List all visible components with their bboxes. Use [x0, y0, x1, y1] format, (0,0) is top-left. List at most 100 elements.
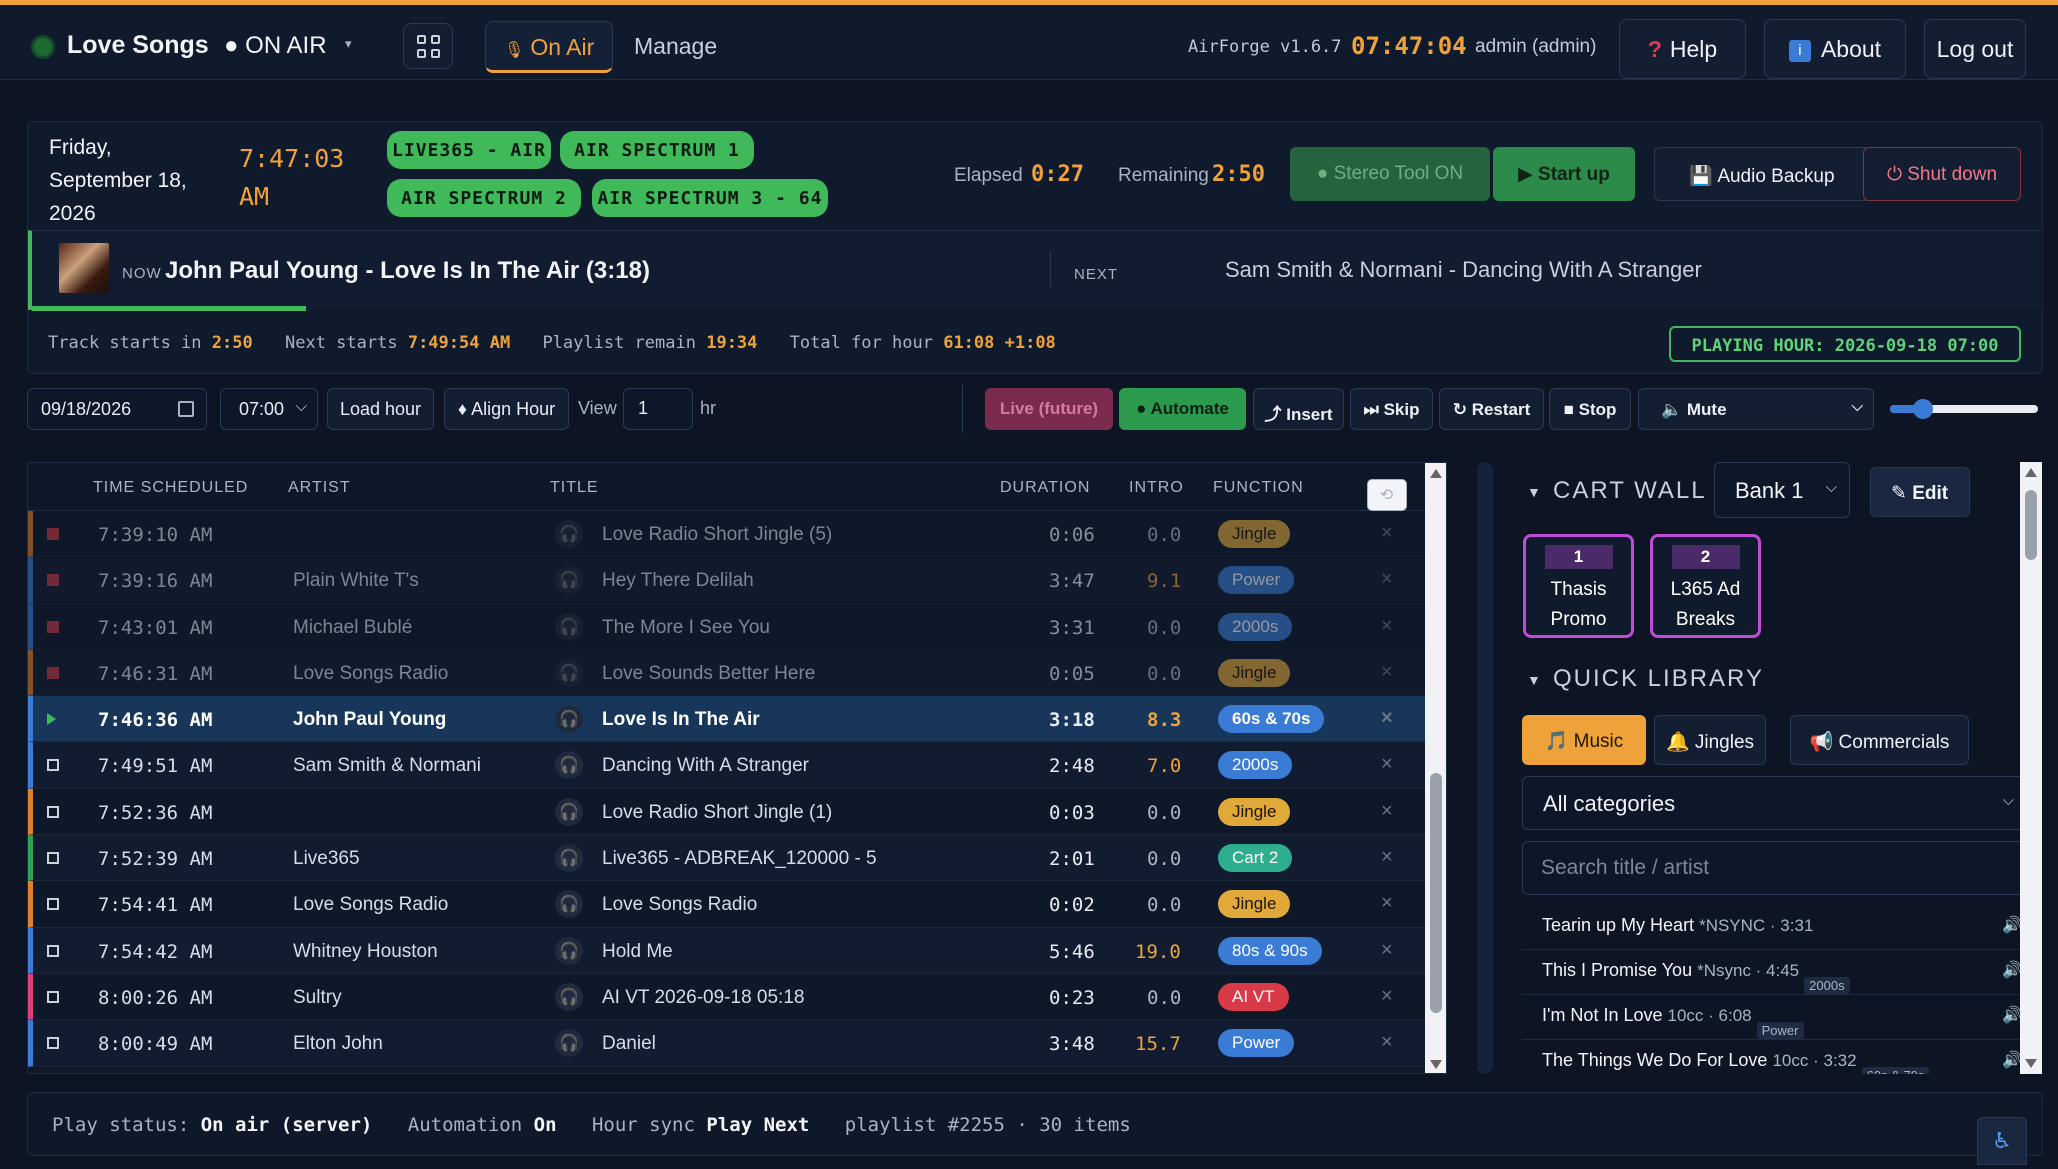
table-row[interactable]: 7:52:39 AM Live365 🎧 Live365 - ADBREAK_1200… — [28, 835, 1425, 882]
table-row[interactable]: 7:52:36 AM 🎧 Love Radio Short Jingle (1) 0:… — [28, 788, 1425, 836]
cart-button[interactable]: 1 Thasis Promo — [1523, 534, 1634, 638]
station-name[interactable]: Love Songs — [67, 31, 209, 60]
column-header-function[interactable]: FUNCTION — [1213, 479, 1304, 497]
scrollbar-thumb[interactable] — [1430, 773, 1442, 1013]
stereo-tool-button[interactable]: ● Stereo Tool ON — [1290, 147, 1490, 201]
preview-speaker-icon[interactable]: 🔊 — [2002, 1050, 2022, 1070]
headphones-icon[interactable]: 🎧 — [555, 520, 583, 548]
stop-button[interactable]: ■ Stop — [1549, 388, 1631, 430]
quick-library-title[interactable]: QUICK LIBRARY — [1553, 665, 1764, 693]
headphones-icon[interactable]: 🎧 — [555, 705, 583, 734]
remove-icon[interactable]: × — [1381, 753, 1393, 776]
edit-carts-button[interactable]: ✎ Edit — [1870, 467, 1970, 517]
view-hours-input[interactable]: 1 — [623, 388, 693, 430]
remove-icon[interactable]: × — [1381, 707, 1393, 730]
automate-button[interactable]: ● Automate — [1119, 388, 1246, 430]
remove-icon[interactable]: × — [1381, 892, 1393, 915]
scroll-down-icon[interactable] — [2025, 1059, 2037, 1068]
table-row[interactable]: 7:39:10 AM 🎧 Love Radio Short Jingle (5) 0:… — [28, 511, 1425, 558]
hour-select[interactable]: 07:00 ⌵ — [220, 388, 318, 430]
table-row[interactable]: 7:43:01 AM Michael Bublé 🎧 The More I See Y… — [28, 603, 1425, 650]
chevron-down-icon[interactable]: ▾ — [345, 36, 352, 52]
remove-icon[interactable]: × — [1381, 615, 1393, 638]
column-header-time[interactable]: TIME SCHEDULED — [93, 479, 248, 497]
calendar-icon[interactable] — [178, 401, 194, 417]
right-panel-scrollbar[interactable] — [2020, 462, 2042, 1074]
scrollbar-thumb[interactable] — [2025, 490, 2037, 560]
remove-icon[interactable]: × — [1381, 568, 1393, 591]
table-row[interactable]: 7:46:31 AM Love Songs Radio 🎧 Love Sounds B… — [28, 649, 1425, 697]
column-header-duration[interactable]: DURATION — [1000, 479, 1090, 497]
column-header-title[interactable]: TITLE — [550, 479, 599, 497]
tab-music[interactable]: 🎵 Music — [1522, 715, 1646, 765]
headphones-icon[interactable]: 🎧 — [555, 890, 583, 919]
apps-grid-button[interactable] — [403, 23, 453, 69]
bank-select[interactable]: Bank 1 ⌵ — [1714, 462, 1850, 518]
scroll-up-icon[interactable] — [1430, 469, 1442, 478]
mute-select[interactable]: 🔈 Mute ⌵ — [1638, 388, 1874, 430]
table-row[interactable]: 7:49:51 AM Sam Smith & Normani 🎧 Dancing Wi… — [28, 742, 1425, 789]
remove-icon[interactable]: × — [1381, 985, 1393, 1008]
table-row[interactable]: 7:54:42 AM Whitney Houston 🎧 Hold Me 5:46 19.… — [28, 927, 1425, 974]
headphones-icon[interactable]: 🎧 — [555, 797, 583, 826]
onair-indicator[interactable]: ● ON AIR — [224, 32, 327, 60]
remove-icon[interactable]: × — [1381, 522, 1393, 545]
table-row[interactable]: 7:54:41 AM Love Songs Radio 🎧 Love Songs Ra… — [28, 881, 1425, 928]
table-row[interactable]: 8:00:49 AM Elton John 🎧 Daniel 3:48 15.7 Power… — [28, 1020, 1425, 1067]
cart-button[interactable]: 2 L365 Ad Breaks — [1650, 534, 1761, 638]
headphones-icon[interactable]: 🎧 — [555, 658, 583, 687]
restart-button[interactable]: ↻ Restart — [1439, 388, 1544, 430]
audio-backup-button[interactable]: 💾 Audio Backup — [1654, 147, 1870, 201]
load-hour-button[interactable]: Load hour — [327, 388, 434, 430]
tab-on-air[interactable]: 🎙 On Air — [485, 21, 613, 73]
collapse-caret-icon[interactable]: ▼ — [1527, 672, 1541, 688]
preview-speaker-icon[interactable]: 🔊 — [2002, 1005, 2022, 1025]
list-item[interactable]: The Things We Do For Love 10cc · 3:32 60… — [1522, 1040, 2027, 1074]
headphones-icon[interactable]: 🎧 — [555, 844, 583, 873]
panel-splitter[interactable] — [1477, 462, 1493, 1074]
table-row[interactable]: 7:46:36 AM John Paul Young 🎧 Love Is In The… — [28, 696, 1425, 743]
refresh-button[interactable]: ⟲ — [1367, 479, 1407, 511]
volume-slider[interactable] — [1890, 399, 2038, 419]
help-button[interactable]: ? Help — [1619, 19, 1746, 79]
shut-down-button[interactable]: ⏻ Shut down — [1863, 147, 2021, 201]
remove-icon[interactable]: × — [1381, 939, 1393, 962]
align-hour-button[interactable]: ♦ Align Hour — [444, 388, 569, 430]
list-item[interactable]: This I Promise You *Nsync · 4:45 2000s 🔊 — [1522, 950, 2027, 995]
scroll-up-icon[interactable] — [2025, 468, 2037, 477]
scroll-down-icon[interactable] — [1430, 1060, 1442, 1069]
headphones-icon[interactable]: 🎧 — [555, 936, 583, 965]
headphones-icon[interactable]: 🎧 — [555, 751, 583, 780]
date-picker-input[interactable]: 09/18/2026 — [27, 388, 207, 430]
remove-icon[interactable]: × — [1381, 846, 1393, 869]
table-row[interactable]: 8:00:26 AM Sultry 🎧 AI VT 2026-09-18 05:18 0… — [28, 973, 1425, 1021]
volume-slider-handle[interactable] — [1912, 399, 1933, 419]
cart-wall-title[interactable]: CART WALL — [1553, 477, 1707, 505]
playlist-scrollbar[interactable] — [1425, 463, 1446, 1073]
column-header-artist[interactable]: ARTIST — [288, 479, 351, 497]
insert-button[interactable]: ⤴ Insert — [1253, 388, 1344, 430]
logout-button[interactable]: Log out — [1924, 19, 2026, 79]
live-future-button[interactable]: Live (future) — [985, 388, 1113, 430]
preview-speaker-icon[interactable]: 🔊 — [2002, 960, 2022, 980]
preview-speaker-icon[interactable]: 🔊 — [2002, 915, 2022, 935]
headphones-icon[interactable]: 🎧 — [555, 566, 583, 595]
list-item[interactable]: Tearin up My Heart *NSYNC · 3:31 🔊 — [1522, 905, 2027, 950]
column-header-intro[interactable]: INTRO — [1129, 479, 1184, 497]
remove-icon[interactable]: × — [1381, 800, 1393, 823]
accessibility-button[interactable]: ♿ — [1977, 1117, 2027, 1165]
collapse-caret-icon[interactable]: ▼ — [1527, 484, 1541, 500]
about-button[interactable]: i About — [1764, 19, 1906, 79]
remove-icon[interactable]: × — [1381, 661, 1393, 684]
category-select[interactable]: All categories ⌵ — [1522, 776, 2027, 830]
skip-button[interactable]: ⏭ Skip — [1350, 388, 1433, 430]
headphones-icon[interactable]: 🎧 — [555, 982, 583, 1011]
table-row[interactable]: 7:39:16 AM Plain White T's 🎧 Hey There Deli… — [28, 557, 1425, 604]
tab-commercials[interactable]: 📢 Commercials — [1790, 715, 1969, 765]
library-search-input[interactable] — [1522, 841, 2027, 895]
tab-jingles[interactable]: 🔔 Jingles — [1654, 715, 1766, 765]
headphones-icon[interactable]: 🎧 — [555, 1029, 583, 1058]
tab-manage[interactable]: Manage — [634, 33, 717, 60]
start-up-button[interactable]: ▶ Start up — [1493, 147, 1635, 201]
headphones-icon[interactable]: 🎧 — [555, 612, 583, 641]
